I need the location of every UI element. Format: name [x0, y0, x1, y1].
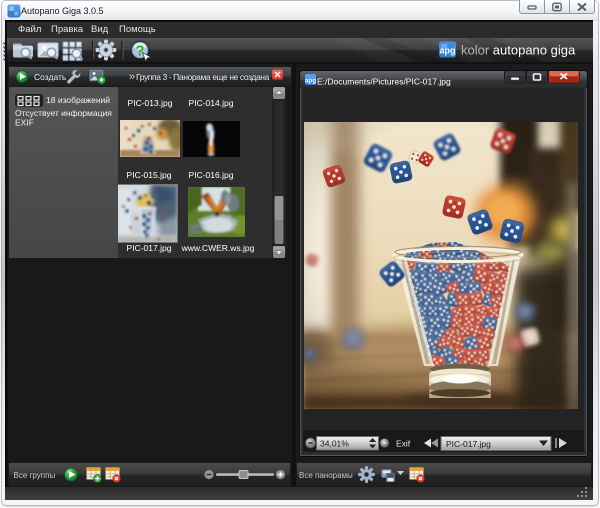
svg-text:Все группы: Все группы — [14, 471, 56, 480]
svg-text:kolor autopano giga: kolor autopano giga — [461, 43, 576, 58]
svg-text:apg: apg — [305, 78, 317, 85]
svg-text:Группа 3 - Панорама еще не соз: Группа 3 - Панорама еще не создана — [136, 72, 270, 82]
svg-text:www.CWER.ws.jpg: www.CWER.ws.jpg — [181, 243, 255, 253]
svg-text:Exif: Exif — [396, 439, 411, 449]
svg-text:Создать: Создать — [34, 72, 67, 82]
svg-text:»: » — [129, 71, 135, 83]
svg-text:EXIF: EXIF — [15, 118, 34, 128]
svg-text:PIC-014.jpg: PIC-014.jpg — [189, 98, 234, 108]
svg-text:E:/Documents/Pictures/PIC-017.: E:/Documents/Pictures/PIC-017.jpg — [317, 77, 451, 87]
svg-text:Все панорамы: Все панорамы — [299, 471, 353, 480]
svg-text:PIC-017.jpg: PIC-017.jpg — [127, 243, 172, 253]
svg-text:34,01%: 34,01% — [320, 439, 349, 449]
svg-text:18 изображений: 18 изображений — [46, 95, 110, 105]
svg-text:PIC-013.jpg: PIC-013.jpg — [128, 98, 173, 108]
svg-text:PIC-016.jpg: PIC-016.jpg — [189, 170, 234, 180]
svg-text:PIC-015.jpg: PIC-015.jpg — [127, 170, 172, 180]
svg-text:?: ? — [135, 43, 144, 60]
svg-text:Отсуствует информация: Отсуствует информация — [15, 108, 112, 118]
svg-text:PIC-017.jpg: PIC-017.jpg — [446, 439, 491, 449]
svg-text:apg: apg — [439, 46, 455, 56]
